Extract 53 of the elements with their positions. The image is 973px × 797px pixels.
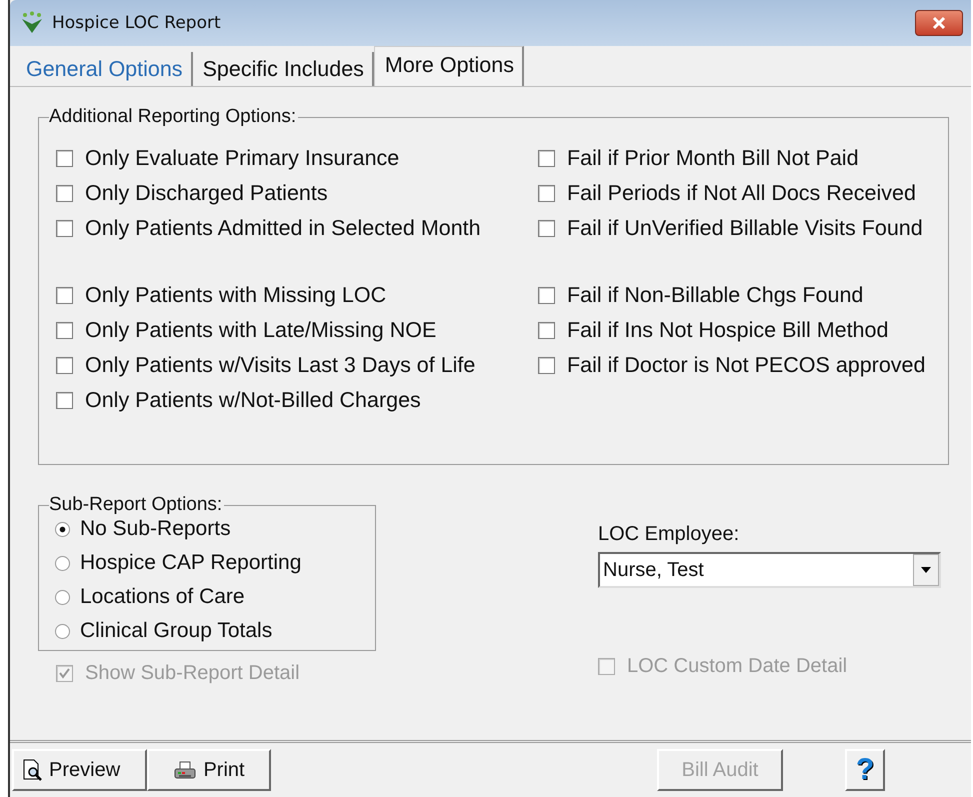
checkbox-label: Only Patients w/Not-Billed Charges [85, 388, 421, 412]
checkbox-label: Only Patients with Missing LOC [85, 282, 386, 308]
checkbox[interactable] [538, 184, 555, 202]
button[interactable]: Print [147, 749, 271, 791]
radio-label: Clinical Group Totals [80, 619, 272, 643]
checkbox-label: Fail if Prior Month Bill Not Paid [567, 146, 859, 170]
document-magnifier-icon [22, 759, 43, 781]
caret-icon [921, 567, 931, 573]
checkbox-label: Only Patients with Late/Missing NOE [85, 318, 436, 342]
printer-icon [173, 760, 198, 780]
checkbox-label: Only Discharged Patients [85, 180, 328, 206]
close-button[interactable] [915, 10, 963, 36]
check-icon [58, 666, 71, 680]
window-title: Hospice LOC Report [52, 13, 222, 33]
checkbox-label: Show Sub-Report Detail [85, 662, 300, 684]
checkbox[interactable] [538, 220, 555, 236]
checkbox[interactable] [56, 392, 73, 408]
checkbox[interactable] [56, 184, 73, 202]
close-icon [932, 16, 946, 30]
checkbox-label: Fail if UnVerified Billable Visits Found [567, 216, 923, 240]
checkbox-label: Only Patients Admitted in Selected Month [85, 216, 481, 240]
radio-button[interactable] [55, 590, 70, 604]
radio-label: No Sub-Reports [80, 517, 231, 541]
logo-icon [20, 11, 44, 35]
field-label: LOC Employee: [598, 523, 740, 546]
checkbox[interactable] [538, 150, 555, 166]
checkbox[interactable] [538, 286, 555, 304]
radio-button[interactable] [55, 624, 70, 638]
group-title: Sub-Report Options: [49, 494, 224, 516]
checkbox[interactable] [56, 220, 73, 236]
checkbox[interactable] [56, 150, 73, 166]
radio-button[interactable] [55, 556, 70, 570]
checkbox[interactable] [56, 322, 73, 338]
radio-label: Locations of Care [80, 585, 245, 609]
checkbox-label: Only Patients w/Visits Last 3 Days of Life [85, 352, 476, 378]
dropdown-button[interactable] [913, 554, 939, 586]
checkbox-label: Fail Periods if Not All Docs Received [567, 180, 916, 206]
checkbox[interactable] [56, 286, 73, 304]
employee-dropdown[interactable]: Nurse, Test [598, 552, 941, 588]
checkbox-label: Fail if Doctor is Not PECOS approved [567, 352, 926, 378]
checkbox-label: LOC Custom Date Detail [627, 654, 848, 678]
radio-label: Hospice CAP Reporting [80, 551, 302, 575]
checkbox[interactable] [538, 322, 555, 338]
radio-button[interactable] [55, 522, 70, 536]
tab[interactable]: More Options [374, 46, 524, 86]
checkbox[interactable] [56, 356, 73, 374]
checkbox-label: Only Evaluate Primary Insurance [85, 146, 400, 170]
button[interactable]: Preview [12, 749, 147, 791]
checkbox-label: Fail if Non-Billable Chgs Found [567, 282, 864, 308]
group-title: Additional Reporting Options: [49, 106, 298, 128]
checkbox[interactable] [538, 356, 555, 374]
help-button[interactable]: ? [845, 749, 885, 791]
checkbox-label: Fail if Ins Not Hospice Bill Method [567, 318, 888, 342]
